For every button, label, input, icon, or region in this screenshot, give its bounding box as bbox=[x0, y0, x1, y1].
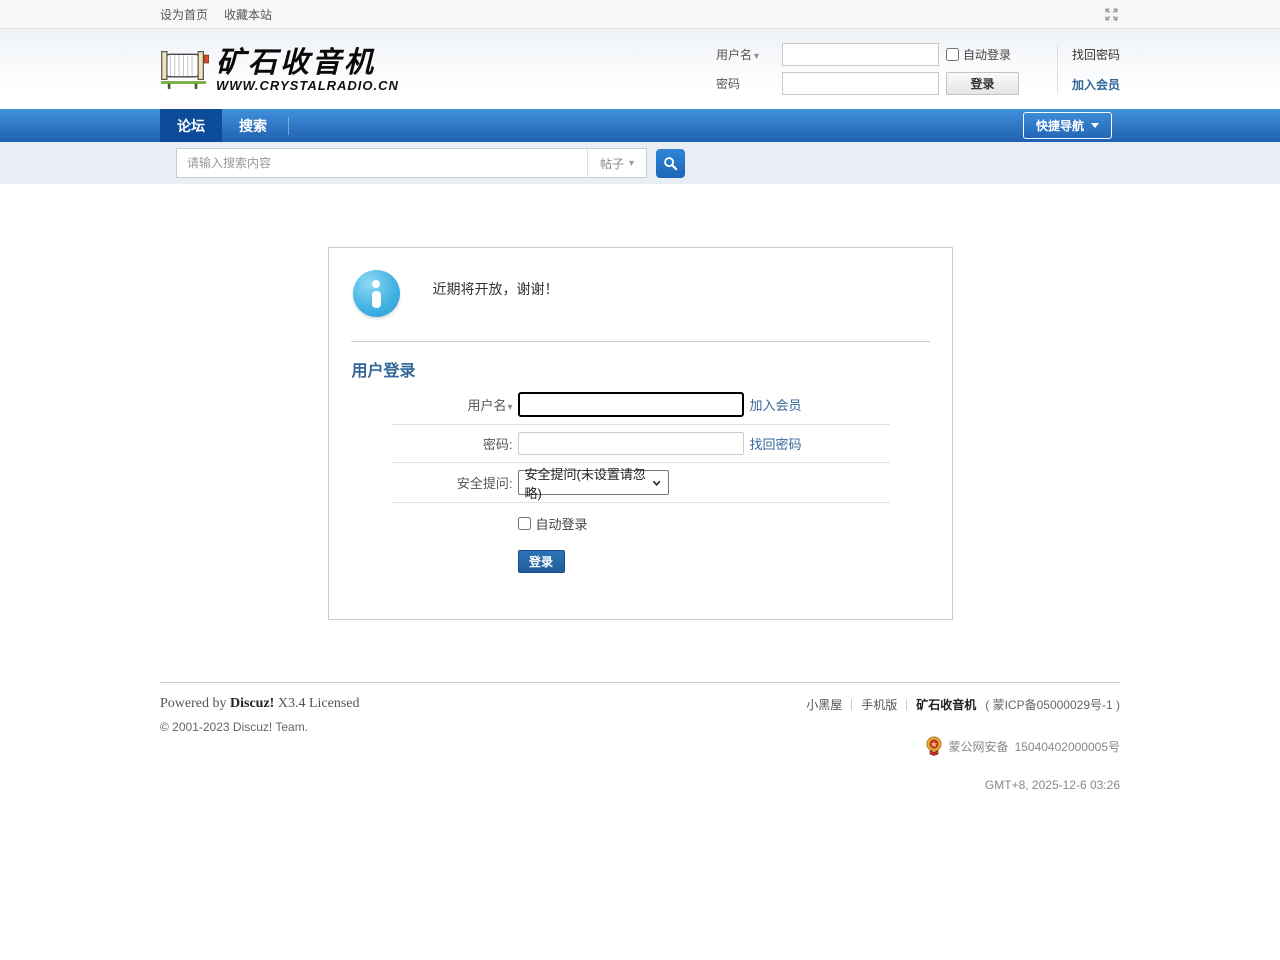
timezone-timestamp: GMT+8, 2025-12-6 03:26 bbox=[806, 778, 1120, 792]
username-input[interactable] bbox=[518, 392, 744, 417]
security-question-label: 安全提问: bbox=[392, 473, 518, 492]
security-record-label[interactable]: 蒙公网安备 bbox=[949, 738, 1009, 755]
nav-tab-search[interactable]: 搜索 bbox=[222, 109, 284, 142]
password-row: 密码: 找回密码 bbox=[392, 425, 889, 463]
header-username-row: 用户名▾ 自动登录 bbox=[716, 43, 1049, 67]
autologin-label[interactable]: 自动登录 bbox=[536, 514, 588, 533]
autologin-checkbox[interactable] bbox=[518, 517, 531, 530]
security-question-row: 安全提问: 安全提问(未设置请忽略) bbox=[392, 463, 889, 503]
main-navbar: 论坛 搜索 快捷导航 bbox=[0, 109, 1280, 142]
bookmark-site-link[interactable]: 收藏本站 bbox=[224, 6, 272, 23]
header-login-links: 找回密码 加入会员 bbox=[1057, 46, 1120, 93]
search-submit-button[interactable] bbox=[656, 149, 685, 178]
search-scope-dropdown[interactable]: 帖子 ▾ bbox=[587, 149, 646, 177]
header-password-row: 密码 登录 bbox=[716, 72, 1049, 96]
site-title: 矿石收音机 bbox=[216, 47, 399, 77]
quick-nav-button[interactable]: 快捷导航 bbox=[1023, 112, 1112, 139]
username-row: 用户名▾ 加入会员 bbox=[392, 385, 889, 425]
nav-divider bbox=[288, 117, 289, 135]
site-name-link[interactable]: 矿石收音机 bbox=[916, 696, 976, 713]
info-icon bbox=[353, 270, 400, 317]
search-icon bbox=[663, 156, 678, 171]
site-header: 矿石收音机 WWW.CRYSTALRADIO.CN 用户名▾ 自动登录 密码 bbox=[0, 29, 1280, 109]
join-member-link[interactable]: 加入会员 bbox=[1072, 76, 1120, 93]
site-url: WWW.CRYSTALRADIO.CN bbox=[216, 78, 399, 93]
police-badge-icon bbox=[925, 736, 943, 756]
logo-text: 矿石收音机 WWW.CRYSTALRADIO.CN bbox=[216, 47, 399, 93]
public-security-record: 蒙公网安备 15040402000005号 bbox=[806, 736, 1120, 756]
password-input[interactable] bbox=[518, 432, 744, 455]
footer: Powered by Discuz! X3.4 Licensed © 2001-… bbox=[160, 682, 1120, 792]
chevron-down-icon bbox=[652, 478, 661, 488]
discuz-link[interactable]: Discuz! bbox=[230, 696, 274, 711]
quick-nav-label: 快捷导航 bbox=[1036, 117, 1084, 134]
footer-links: 小黑屋 手机版 矿石收音机 ( 蒙ICP备05000029号-1 ) bbox=[806, 696, 1120, 713]
search-bar: 帖子 ▾ bbox=[0, 142, 1280, 184]
lost-password-link[interactable]: 找回密码 bbox=[750, 434, 802, 453]
header-login-button[interactable]: 登录 bbox=[946, 72, 1019, 95]
mobile-version-link[interactable]: 手机版 bbox=[861, 696, 897, 713]
login-form-title: 用户登录 bbox=[352, 357, 952, 381]
username-label: 用户名▾ bbox=[392, 395, 518, 414]
notice-block: 近期将开放，谢谢！ bbox=[329, 248, 952, 323]
username-type-caret-icon[interactable]: ▾ bbox=[754, 51, 759, 62]
join-member-link[interactable]: 加入会员 bbox=[750, 395, 802, 414]
search-input[interactable] bbox=[177, 149, 587, 177]
header-autologin-checkbox[interactable] bbox=[946, 48, 959, 61]
security-question-value: 安全提问(未设置请忽略) bbox=[525, 464, 653, 502]
top-utility-bar: 设为首页 收藏本站 bbox=[0, 0, 1280, 29]
copyright-line: © 2001-2023 Discuz! Team. bbox=[160, 720, 359, 734]
crystal-radio-logo-icon bbox=[160, 45, 212, 93]
username-type-caret-icon[interactable]: ▾ bbox=[507, 402, 512, 413]
chevron-down-icon: ▾ bbox=[629, 158, 634, 169]
autologin-row: 自动登录 bbox=[392, 503, 889, 539]
chevron-down-icon bbox=[1091, 123, 1099, 128]
search-scope-value: 帖子 bbox=[600, 155, 624, 172]
main-content: 近期将开放，谢谢！ 用户登录 用户名▾ 加入会员 密码: 找回密码 安全提问: … bbox=[0, 184, 1280, 682]
powered-by-line: Powered by Discuz! X3.4 Licensed bbox=[160, 696, 359, 712]
header-password-label: 密码 bbox=[716, 75, 782, 92]
header-autologin-label[interactable]: 自动登录 bbox=[963, 46, 1011, 63]
licensed-link[interactable]: Licensed bbox=[309, 696, 360, 711]
switch-wide-narrow-icon[interactable] bbox=[1103, 6, 1120, 23]
header-login-form: 用户名▾ 自动登录 密码 登录 找回密码 加入会员 bbox=[716, 43, 1120, 96]
panel-divider bbox=[351, 341, 930, 342]
submit-row: 登录 bbox=[392, 539, 889, 619]
icp-number: ( 蒙ICP备05000029号-1 ) bbox=[985, 696, 1120, 713]
header-username-input[interactable] bbox=[782, 43, 939, 66]
login-submit-button[interactable]: 登录 bbox=[518, 550, 565, 573]
notice-message: 近期将开放，谢谢！ bbox=[433, 279, 559, 299]
nav-tab-forum[interactable]: 论坛 bbox=[160, 109, 222, 142]
header-password-input[interactable] bbox=[782, 72, 939, 95]
login-panel: 近期将开放，谢谢！ 用户登录 用户名▾ 加入会员 密码: 找回密码 安全提问: … bbox=[328, 247, 953, 620]
set-homepage-link[interactable]: 设为首页 bbox=[160, 6, 208, 23]
header-username-label: 用户名▾ bbox=[716, 46, 782, 63]
search-box: 帖子 ▾ bbox=[176, 148, 647, 178]
lost-password-link[interactable]: 找回密码 bbox=[1072, 46, 1120, 63]
password-label: 密码: bbox=[392, 434, 518, 453]
darkroom-link[interactable]: 小黑屋 bbox=[806, 696, 842, 713]
site-logo[interactable]: 矿石收音机 WWW.CRYSTALRADIO.CN bbox=[160, 45, 399, 93]
security-record-number[interactable]: 15040402000005号 bbox=[1015, 738, 1120, 755]
security-question-select[interactable]: 安全提问(未设置请忽略) bbox=[518, 470, 669, 495]
